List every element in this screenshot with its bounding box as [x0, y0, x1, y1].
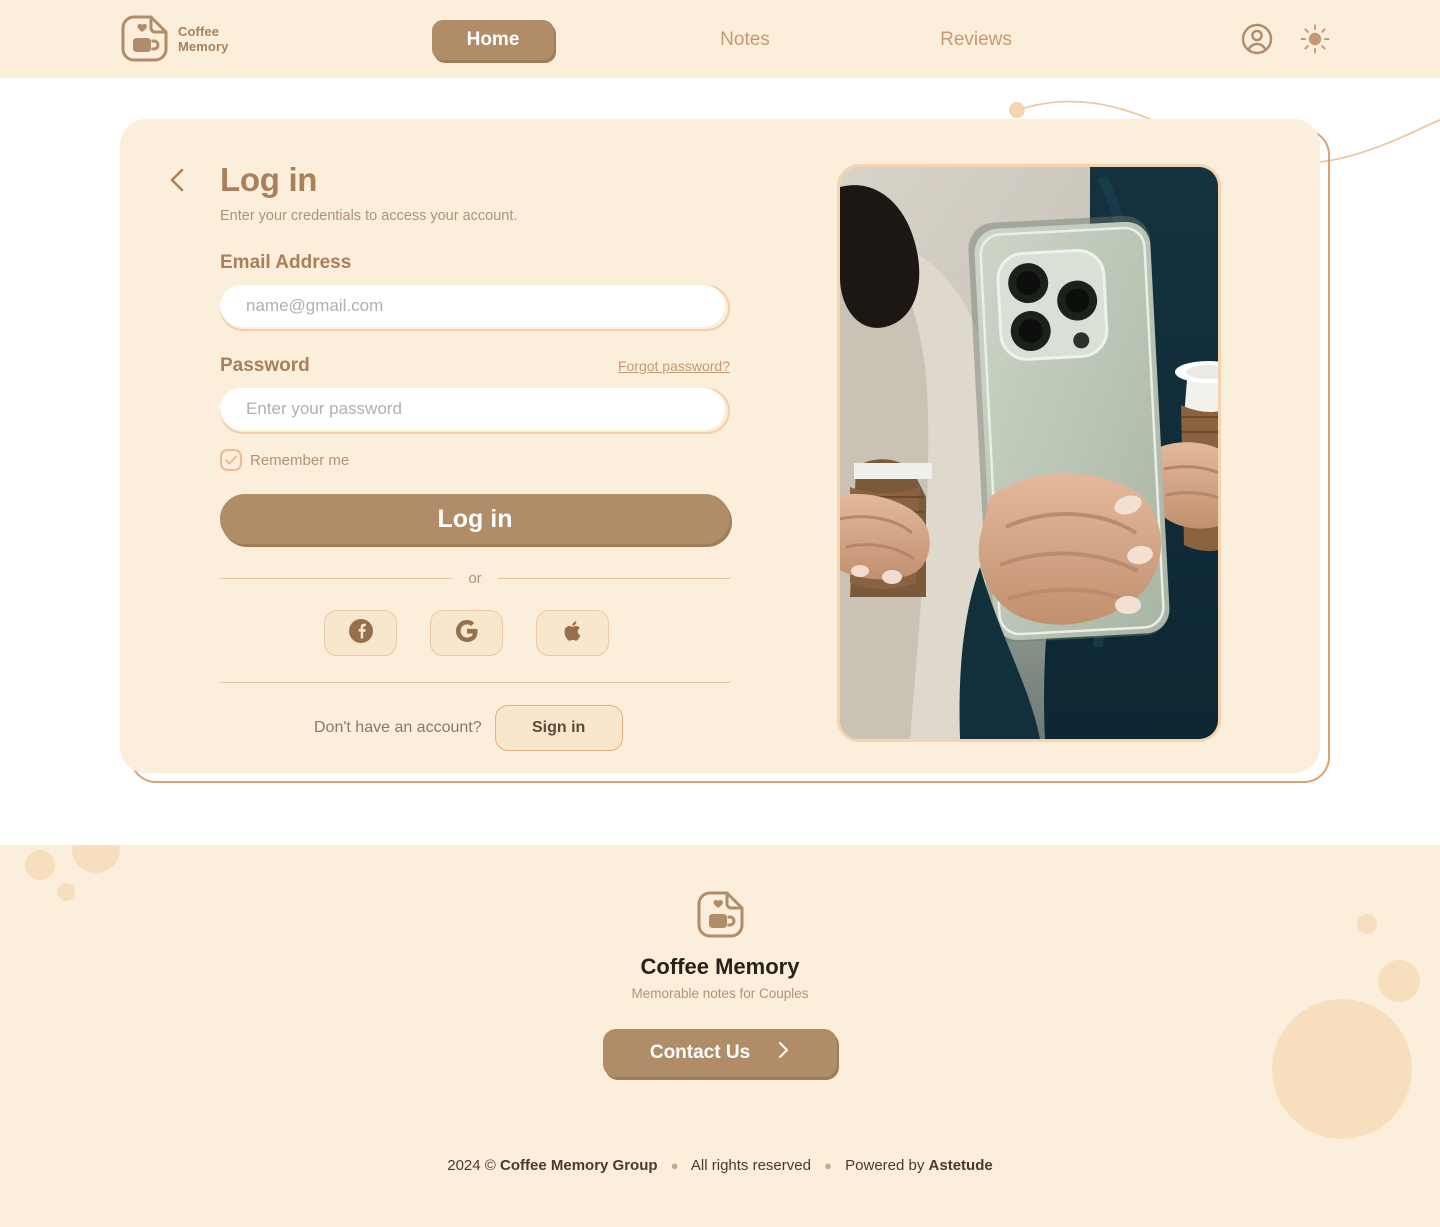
remember-me-checkbox[interactable]	[220, 449, 242, 471]
footer-logo[interactable]	[0, 890, 1440, 944]
site-footer: Coffee Memory Memorable notes for Couple…	[0, 845, 1440, 1227]
email-field-wrapper	[220, 285, 730, 331]
email-input[interactable]	[220, 285, 725, 327]
coffee-memory-logo-icon	[696, 890, 745, 944]
signup-row: Don't have an account? Sign in	[220, 705, 732, 751]
google-login-button[interactable]	[430, 610, 503, 656]
login-submit-button[interactable]: Log in	[220, 494, 730, 544]
footer-tagline: Memorable notes for Couples	[631, 986, 809, 1001]
copyright-bar: 2024 © Coffee Memory Group ● All rights …	[0, 1157, 1440, 1174]
powered-by-brand: Astetude	[928, 1157, 993, 1174]
header-actions	[1240, 22, 1330, 61]
divider-line-right	[497, 578, 730, 579]
login-card: Log in Enter your credentials to access …	[120, 119, 1320, 773]
login-card-container: Log in Enter your credentials to access …	[120, 119, 1330, 783]
divider-or: or	[220, 570, 730, 587]
signup-button[interactable]: Sign in	[494, 705, 623, 751]
facebook-login-button[interactable]	[324, 610, 397, 656]
bottom-divider	[220, 682, 730, 683]
nav-item-home-label: Home	[466, 29, 520, 50]
copyright-company: Coffee Memory Group	[500, 1157, 658, 1174]
brand-name: Coffee Memory	[178, 24, 228, 54]
nav-item-notes[interactable]: Notes	[685, 19, 805, 61]
signup-prompt: Don't have an account?	[314, 719, 482, 736]
footer-title: Coffee Memory	[640, 954, 800, 979]
user-account-icon[interactable]	[1240, 22, 1274, 61]
password-label: Password	[220, 355, 310, 376]
brand-name-line2: Memory	[178, 38, 229, 54]
primary-nav: Home Notes Reviews	[432, 19, 1036, 61]
page-subtitle: Enter your credentials to access your ac…	[220, 208, 518, 224]
apple-login-button[interactable]	[536, 610, 609, 656]
apple-icon	[560, 618, 586, 649]
copyright-year: 2024 ©	[447, 1157, 496, 1174]
hero-image	[837, 164, 1221, 742]
nav-item-reviews[interactable]: Reviews	[916, 19, 1036, 61]
remember-me-label: Remember me	[250, 451, 350, 469]
coffee-memory-logo-icon	[120, 14, 169, 63]
sun-icon[interactable]	[1300, 24, 1330, 59]
social-login-group	[220, 610, 732, 656]
password-label-row: Password Forgot password?	[220, 355, 730, 377]
login-form: Log in Enter your credentials to access …	[220, 161, 732, 751]
contact-us-label: Contact Us	[649, 1042, 751, 1063]
chevron-left-icon[interactable]	[164, 166, 192, 194]
top-navigation-bar: Coffee Memory Home Notes Reviews	[0, 0, 1440, 78]
remember-me-row[interactable]: Remember me	[220, 449, 732, 471]
login-submit-label: Log in	[437, 504, 513, 533]
email-label: Email Address	[220, 252, 352, 273]
nav-item-reviews-label: Reviews	[940, 29, 1012, 50]
divider-line-left	[220, 578, 453, 579]
brand-logo[interactable]: Coffee Memory	[120, 14, 228, 63]
contact-us-button[interactable]: Contact Us	[603, 1029, 837, 1077]
footer-content: Coffee Memory Memorable notes for Couple…	[0, 845, 1440, 1077]
nav-item-notes-label: Notes	[720, 29, 770, 50]
chevron-right-icon	[778, 1041, 790, 1065]
nav-item-home[interactable]: Home	[432, 20, 554, 60]
separator-dot: ●	[670, 1158, 679, 1173]
page-title: Log in	[220, 161, 318, 198]
forgot-password-link[interactable]: Forgot password?	[618, 358, 730, 374]
signup-button-label: Sign in	[531, 719, 586, 736]
copyright-rights: All rights reserved	[690, 1157, 811, 1174]
separator-dot: ●	[824, 1158, 832, 1173]
facebook-icon	[348, 618, 374, 649]
divider-or-label: or	[468, 570, 482, 587]
password-input[interactable]	[220, 388, 725, 430]
password-field-wrapper	[220, 388, 730, 434]
google-icon	[454, 618, 480, 649]
powered-by-prefix: Powered by	[845, 1157, 925, 1174]
brand-name-line1: Coffee	[178, 23, 220, 39]
